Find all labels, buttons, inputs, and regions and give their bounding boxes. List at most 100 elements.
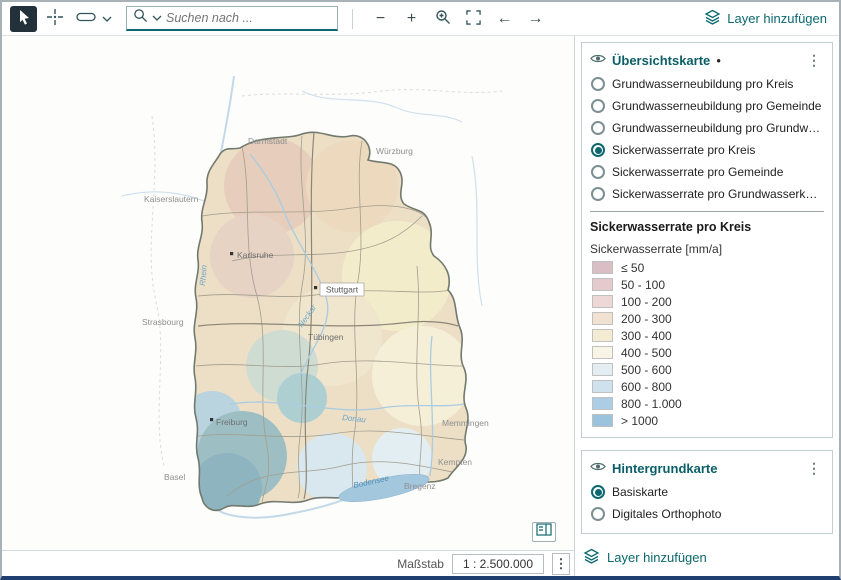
zoom-box-button[interactable] (429, 6, 456, 32)
map-application-window: − + ← → Layer hinzufügen (0, 0, 841, 580)
map-canvas[interactable]: Rhein Neckar Donau Bodensee Darmstadt Wü… (2, 36, 574, 550)
panel-title: Hintergrundkarte (612, 461, 717, 476)
legend-swatch (592, 312, 613, 325)
layer-option-sickerwasserrate-kreis[interactable]: Sickerwasserrate pro Kreis (590, 139, 824, 161)
crosshair-icon (46, 8, 64, 29)
layer-option-sickerwasserrate-grundwasserkoerper[interactable]: Sickerwasserrate pro Grundwasserkörper (590, 183, 824, 205)
measure-tool-button[interactable] (72, 6, 99, 32)
river-label: Rhein (198, 264, 209, 286)
layers-icon (583, 548, 600, 567)
scale-bar: Maßstab 1 : 2.500.000 ⋮ (2, 550, 574, 576)
map-area: Rhein Neckar Donau Bodensee Darmstadt Wü… (2, 36, 575, 576)
background-option-basiskarte[interactable]: Basiskarte (590, 481, 824, 503)
toolbar-divider (352, 9, 353, 29)
previous-extent-button[interactable]: ← (491, 6, 518, 32)
add-layer-label: Layer hinzufügen (607, 550, 707, 565)
panel-menu-button[interactable]: ⋮ (804, 53, 824, 67)
radio-button (591, 507, 605, 521)
search-type-dropdown-icon[interactable] (152, 9, 162, 27)
legend-unit-label: Sickerwasserrate [mm/a] (590, 242, 824, 256)
city-label: Basel (164, 472, 185, 482)
legend-item: 200 - 300 (590, 310, 824, 327)
choropleth-layer (182, 126, 482, 523)
scale-label: Maßstab (397, 557, 444, 571)
legend-heading: Sickerwasserrate pro Kreis (590, 220, 824, 234)
legend-swatch (592, 397, 613, 410)
legend-item: 600 - 800 (590, 378, 824, 395)
plus-icon: + (407, 11, 416, 27)
panel-header: Hintergrundkarte ⋮ (590, 459, 824, 477)
city-label: Memmingen (442, 418, 489, 428)
layer-sidebar: Übersichtskarte ● ⋮ Grundwasserneubildun… (575, 36, 839, 576)
city-marker (314, 286, 317, 289)
zoom-out-button[interactable]: − (367, 6, 394, 32)
legend-swatch (592, 346, 613, 359)
legend-item: 400 - 500 (590, 344, 824, 361)
cursor-arrow-icon (15, 8, 33, 29)
legend-swatch (592, 278, 613, 291)
legend-swatch (592, 261, 613, 274)
legend-item: > 1000 (590, 412, 824, 429)
radio-button (591, 99, 605, 113)
add-layer-button-top[interactable]: Layer hinzufügen (704, 9, 831, 28)
radio-button (591, 121, 605, 135)
legend-swatch (592, 414, 613, 427)
radio-button (591, 165, 605, 179)
full-extent-button[interactable] (460, 6, 487, 32)
fullscreen-icon (466, 10, 481, 28)
panel-divider (590, 211, 824, 212)
eye-icon[interactable] (590, 459, 606, 477)
city-label: Darmstadt (248, 136, 288, 146)
legend-panel-toggle-button[interactable] (532, 522, 556, 542)
content-area: Rhein Neckar Donau Bodensee Darmstadt Wü… (2, 36, 839, 576)
side-panel-icon (536, 523, 552, 541)
panel-header: Übersichtskarte ● ⋮ (590, 51, 824, 69)
city-label: Bregenz (404, 481, 436, 491)
layer-option-sickerwasserrate-gemeinde[interactable]: Sickerwasserrate pro Gemeinde (590, 161, 824, 183)
layers-icon (704, 9, 721, 28)
magnifier-plus-icon (435, 9, 451, 28)
legend-swatch (592, 363, 613, 376)
select-tool-button[interactable] (10, 6, 37, 32)
zoom-in-button[interactable]: + (398, 6, 425, 32)
panel-uebersichtskarte: Übersichtskarte ● ⋮ Grundwasserneubildun… (581, 42, 833, 438)
add-layer-button-sidebar[interactable]: Layer hinzufügen (581, 546, 833, 569)
measure-ruler-icon (76, 11, 96, 26)
layer-option-grundwasserneubildung-kreis[interactable]: Grundwasserneubildung pro Kreis (590, 73, 824, 95)
search-icon[interactable] (133, 8, 148, 28)
city-label: Strasbourg (142, 317, 184, 327)
legend-item: 300 - 400 (590, 327, 824, 344)
arrow-right-icon: → (528, 11, 544, 27)
active-indicator-dot: ● (716, 56, 721, 65)
legend-item: 800 - 1.000 (590, 395, 824, 412)
city-label: Tübingen (308, 332, 344, 342)
layer-option-grundwasserneubildung-grundwasserkoerper[interactable]: Grundwasserneubildung pro Grundwasserkör… (590, 117, 824, 139)
legend-item: 100 - 200 (590, 293, 824, 310)
panel-menu-button[interactable]: ⋮ (804, 461, 824, 475)
city-label: Würzburg (376, 146, 413, 156)
add-layer-label: Layer hinzufügen (727, 11, 827, 26)
city-marker (210, 418, 213, 421)
city-marker (230, 252, 233, 255)
legend-swatch (592, 380, 613, 393)
radio-button (591, 485, 605, 499)
measure-tool-dropdown[interactable] (100, 6, 114, 32)
layer-option-grundwasserneubildung-gemeinde[interactable]: Grundwasserneubildung pro Gemeinde (590, 95, 824, 117)
eye-icon[interactable] (590, 51, 606, 69)
minus-icon: − (376, 11, 385, 27)
background-option-orthophoto[interactable]: Digitales Orthophoto (590, 503, 824, 525)
search-input[interactable] (166, 11, 331, 25)
chevron-down-icon (102, 11, 112, 26)
next-extent-button[interactable]: → (522, 6, 549, 32)
panel-hintergrundkarte: Hintergrundkarte ⋮ Basiskarte Digitales … (581, 450, 833, 534)
scale-value-field[interactable]: 1 : 2.500.000 (452, 554, 544, 574)
scale-menu-button[interactable]: ⋮ (552, 553, 570, 575)
panel-title: Übersichtskarte (612, 53, 710, 68)
city-label: Kaiserslautern (144, 194, 199, 204)
city-label: Stuttgart (326, 285, 359, 295)
search-box (126, 6, 338, 31)
radio-button (591, 187, 605, 201)
legend-swatch (592, 329, 613, 342)
crosshair-tool-button[interactable] (41, 6, 68, 32)
city-label: Kempten (438, 457, 472, 467)
